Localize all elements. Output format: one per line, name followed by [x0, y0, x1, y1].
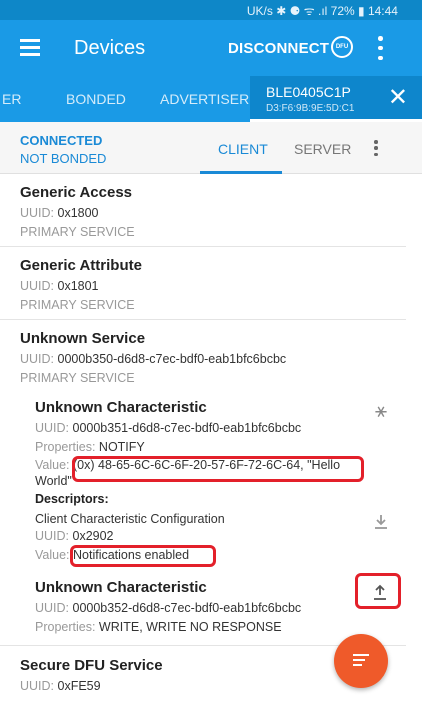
tab-scanner[interactable]: ER: [2, 91, 21, 107]
service-uuid: UUID: 0xFE59: [20, 679, 101, 693]
connection-header: CONNECTED NOT BONDED CLIENT SERVER: [0, 122, 422, 174]
dfu-icon[interactable]: DFU: [331, 36, 353, 58]
service-uuid: UUID: 0x1801: [20, 279, 99, 293]
service-uuid: UUID: 0x1800: [20, 206, 99, 220]
service-item[interactable]: Generic Access UUID: 0x1800 PRIMARY SERV…: [20, 184, 135, 239]
connection-state: CONNECTED: [20, 133, 103, 148]
log-icon: [353, 653, 369, 669]
descriptor-uuid: UUID: 0x2902: [35, 529, 114, 543]
divider: [0, 246, 406, 247]
service-name: Generic Attribute: [20, 257, 142, 274]
tab-device[interactable]: BLE0405C1P D3:F6:9B:9E:5D:C1 ✕: [250, 76, 422, 122]
upload-highlight: [355, 573, 401, 609]
menu-icon[interactable]: [20, 39, 40, 56]
app-bar: Devices DISCONNECT DFU: [0, 20, 422, 76]
characteristic-name: Unknown Characteristic: [35, 579, 207, 596]
more-options-icon[interactable]: [378, 36, 384, 60]
service-uuid: UUID: 0000b350-d6d8-c7ec-bdf0-eab1bfc6bc…: [20, 352, 287, 366]
service-item[interactable]: Secure DFU Service UUID: 0xFE59: [20, 657, 163, 693]
value-highlight: [72, 456, 364, 482]
service-type: PRIMARY SERVICE: [20, 298, 135, 312]
service-type: PRIMARY SERVICE: [20, 371, 135, 385]
descriptors-heading: Descriptors:: [35, 492, 109, 506]
service-item[interactable]: Unknown Service UUID: 0000b350-d6d8-c7ec…: [20, 330, 286, 385]
download-icon[interactable]: [372, 512, 390, 537]
log-fab-button[interactable]: [334, 634, 388, 688]
device-address: D3:F6:9B:9E:5D:C1: [266, 103, 355, 114]
close-icon[interactable]: ✕: [388, 84, 408, 112]
tab-advertiser[interactable]: ADVERTISER: [160, 91, 249, 107]
tab-bonded[interactable]: BONDED: [66, 91, 126, 107]
characteristic-name: Unknown Characteristic: [35, 399, 207, 416]
disconnect-button[interactable]: DISCONNECT: [228, 40, 329, 57]
divider: [0, 319, 406, 320]
characteristic-properties: Properties: NOTIFY: [35, 440, 145, 454]
status-bar: UK/s ✱ ⚈ ᯤ .ıl 72% ▮ 14:44: [0, 0, 422, 20]
notifications-off-icon[interactable]: ⚹: [370, 400, 392, 423]
tab-server[interactable]: SERVER: [294, 141, 351, 157]
characteristic-item[interactable]: Unknown Characteristic UUID: 0000b352-d6…: [35, 579, 301, 634]
bond-state: NOT BONDED: [20, 151, 107, 166]
status-bar-text: UK/s ✱ ⚈ ᯤ .ıl 72% ▮ 14:44: [246, 3, 398, 18]
dfu-icon-label: DFU: [335, 44, 349, 50]
connection-status: CONNECTED NOT BONDED: [20, 132, 106, 168]
tab-strip: ER BONDED ADVERTISER BLE0405C1P D3:F6:9B…: [0, 76, 422, 122]
client-tab-indicator: [200, 171, 282, 174]
device-name: BLE0405C1P: [266, 84, 351, 100]
more-options-icon[interactable]: [374, 140, 380, 156]
tab-client[interactable]: CLIENT: [218, 141, 268, 157]
characteristic-properties: Properties: WRITE, WRITE NO RESPONSE: [35, 620, 282, 634]
service-item[interactable]: Generic Attribute UUID: 0x1801 PRIMARY S…: [20, 257, 142, 312]
page-title: Devices: [74, 37, 146, 59]
service-type: PRIMARY SERVICE: [20, 225, 135, 239]
characteristic-uuid: UUID: 0000b352-d6d8-c7ec-bdf0-eab1bfc6bc…: [35, 601, 302, 615]
service-name: Unknown Service: [20, 330, 146, 347]
descriptor-value-highlight: [70, 545, 216, 567]
service-name: Secure DFU Service: [20, 657, 163, 674]
characteristic-uuid: UUID: 0000b351-d6d8-c7ec-bdf0-eab1bfc6bc…: [35, 421, 302, 435]
service-name: Generic Access: [20, 184, 133, 201]
